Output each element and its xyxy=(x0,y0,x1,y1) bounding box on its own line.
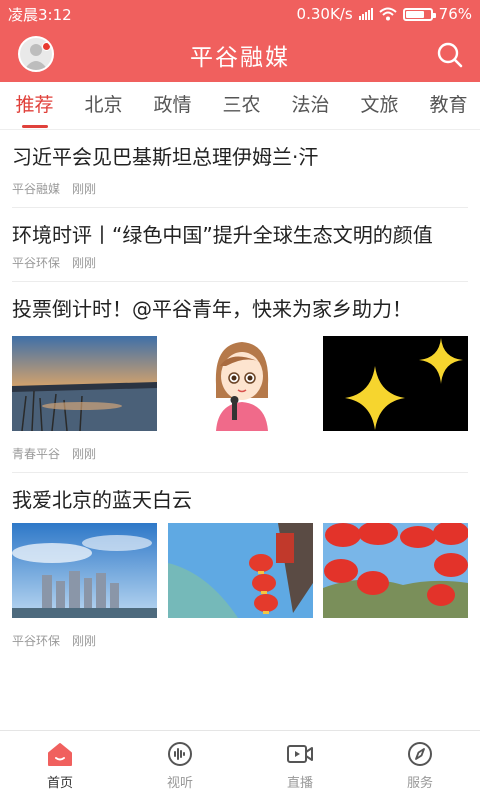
news-time: 刚刚 xyxy=(72,447,97,461)
tab-culture-tourism[interactable]: 文旅 xyxy=(345,82,414,129)
tabbar-live[interactable]: 直播 xyxy=(240,731,360,800)
news-time: 刚刚 xyxy=(72,256,97,270)
city-skyline-photo xyxy=(12,523,157,618)
battery-percent: 76% xyxy=(438,5,472,23)
tab-beijing[interactable]: 北京 xyxy=(69,82,138,129)
news-time: 刚刚 xyxy=(72,182,97,196)
video-camera-icon xyxy=(287,744,313,763)
search-icon[interactable] xyxy=(436,41,464,69)
news-item[interactable]: 习近平会见巴基斯坦总理伊姆兰·汗 平谷融媒 刚刚 xyxy=(12,130,468,208)
bottom-tab-bar: 首页 视听 直播 服务 xyxy=(0,730,480,800)
compass-icon xyxy=(408,741,432,766)
news-source: 平谷环保 xyxy=(12,634,61,648)
news-title: 我爱北京的蓝天白云 xyxy=(12,488,192,512)
tab-law[interactable]: 法治 xyxy=(276,82,345,129)
wifi-icon xyxy=(378,7,397,21)
app-title: 平谷融媒 xyxy=(190,45,290,71)
news-title: 环境时评丨“绿色中国”提升全球生态文明的颜值 xyxy=(12,223,433,247)
news-source: 平谷融媒 xyxy=(12,182,61,196)
news-source: 平谷环保 xyxy=(12,256,61,270)
tabbar-label: 直播 xyxy=(286,775,313,791)
news-source: 青春平谷 xyxy=(12,447,61,461)
red-lanterns-mountain-photo xyxy=(323,523,468,618)
tab-agriculture[interactable]: 三农 xyxy=(207,82,276,129)
notification-dot xyxy=(42,42,51,51)
red-lanterns-sky-photo xyxy=(167,523,313,618)
tabbar-home[interactable]: 首页 xyxy=(0,731,120,800)
news-item[interactable]: 环境时评丨“绿色中国”提升全球生态文明的颜值 平谷环保 刚刚 xyxy=(12,208,468,282)
battery-icon xyxy=(402,7,436,21)
audio-wave-icon xyxy=(168,741,192,766)
news-time: 刚刚 xyxy=(72,634,97,648)
news-feed: 习近平会见巴基斯坦总理伊姆兰·汗 平谷融媒 刚刚 环境时评丨“绿色中国”提升全球… xyxy=(0,130,480,730)
category-tabs: 推荐 北京 政情 三农 法治 文旅 教育 xyxy=(0,82,480,130)
news-title: 习近平会见巴基斯坦总理伊姆兰·汗 xyxy=(12,145,319,169)
news-title: 投票倒计时！@平谷青年，快来为家乡助力！ xyxy=(12,297,412,321)
tabbar-label: 视听 xyxy=(166,775,193,791)
news-item[interactable]: 投票倒计时！@平谷青年，快来为家乡助力！ 青春平谷 刚刚 xyxy=(12,282,468,473)
status-time: 凌晨3:12 xyxy=(8,5,72,24)
network-speed: 0.30K/s xyxy=(296,5,353,23)
tab-politics[interactable]: 政情 xyxy=(138,82,207,129)
status-bar: 凌晨3:12 0.30K/s 76% xyxy=(0,0,480,28)
tab-recommend[interactable]: 推荐 xyxy=(0,82,69,129)
tab-education[interactable]: 教育 xyxy=(414,82,480,129)
home-icon xyxy=(48,742,72,766)
avatar[interactable] xyxy=(18,36,54,72)
stars-graphic xyxy=(323,336,468,431)
tabbar-services[interactable]: 服务 xyxy=(360,731,480,800)
tabbar-label: 服务 xyxy=(406,775,433,791)
cartoon-reporter-photo xyxy=(167,336,313,431)
news-item[interactable]: 我爱北京的蓝天白云 平谷环保 刚刚 xyxy=(12,473,468,659)
signal-icon xyxy=(358,8,373,20)
tabbar-label: 首页 xyxy=(46,775,73,791)
sunset-lake-photo xyxy=(12,336,157,431)
tabbar-audio-video[interactable]: 视听 xyxy=(120,731,240,800)
app-header: 平谷融媒 xyxy=(0,28,480,82)
